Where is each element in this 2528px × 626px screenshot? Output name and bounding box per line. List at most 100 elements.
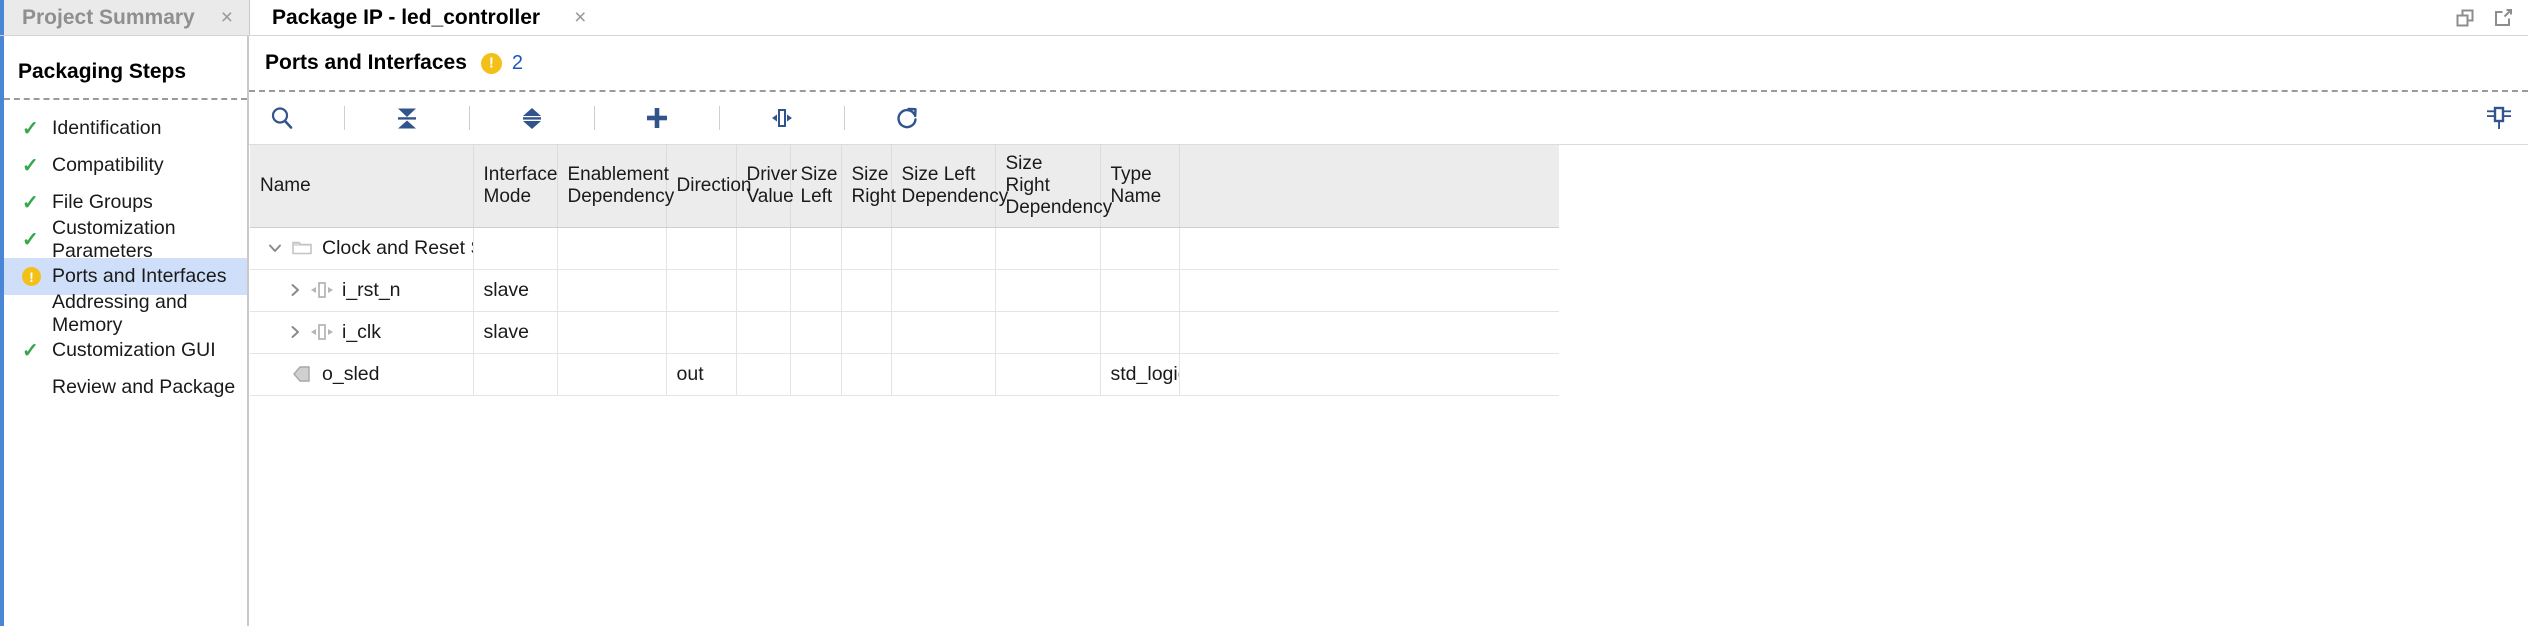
warning-count-link[interactable]: 2 xyxy=(512,52,523,75)
cell-size_right[interactable] xyxy=(841,269,892,312)
column-header-sr_dep[interactable]: Size Right Dependency xyxy=(995,145,1112,228)
float-window-icon[interactable] xyxy=(2492,7,2514,29)
cell-size_left[interactable] xyxy=(790,227,842,270)
cell-size_left[interactable] xyxy=(790,269,842,312)
row-name-label: Clock and Reset Signals xyxy=(322,236,472,259)
check-glyph: ✓ xyxy=(22,228,39,251)
sidebar-item-addressing-and-memory[interactable]: Addressing and Memory xyxy=(4,291,247,336)
cell-direction[interactable] xyxy=(666,311,737,354)
row-name-label: o_sled xyxy=(322,362,380,385)
sidebar-item-customization-parameters[interactable]: ✓ Customization Parameters xyxy=(4,217,247,262)
cell-type_name[interactable] xyxy=(1100,311,1180,354)
check-glyph: ✓ xyxy=(22,191,39,214)
column-header-direction[interactable]: Direction xyxy=(666,145,751,228)
sidebar-item-identification[interactable]: ✓ Identification xyxy=(4,110,247,147)
tree-node: o_sled xyxy=(260,354,463,395)
cell-name[interactable]: i_rst_n xyxy=(250,269,474,312)
cell-direction[interactable]: out xyxy=(666,353,737,396)
tab-bar-spacer xyxy=(602,0,2454,35)
table-row[interactable]: Clock and Reset Signals xyxy=(250,227,1559,270)
collapse-all-icon[interactable] xyxy=(386,97,428,139)
tab-accent-bar xyxy=(0,0,4,35)
cell-size_left[interactable] xyxy=(790,353,842,396)
cell-type_name[interactable]: std_logic xyxy=(1100,353,1180,396)
chevron-right-icon[interactable] xyxy=(282,280,308,300)
table-row[interactable]: i_rst_n slave xyxy=(250,269,1559,312)
column-header-size_left[interactable]: Size Left xyxy=(790,145,842,228)
restore-windows-icon[interactable] xyxy=(2454,7,2476,29)
auto-infer-interface-icon[interactable] xyxy=(761,97,803,139)
column-header-mode[interactable]: Interface Mode xyxy=(473,145,558,228)
cell-sr_dep[interactable] xyxy=(995,353,1101,396)
refresh-icon[interactable] xyxy=(886,97,928,139)
cell-size_right[interactable] xyxy=(841,311,892,354)
cell-filler xyxy=(1179,353,1559,396)
cell-sr_dep[interactable] xyxy=(995,311,1101,354)
dock-panel-icon[interactable] xyxy=(2482,101,2516,135)
column-header-size_right[interactable]: Size Right xyxy=(841,145,896,228)
ports-and-interfaces-table: Name Interface Mode Enablement Dependency Dir… xyxy=(250,145,1559,396)
cell-sl_dep[interactable] xyxy=(891,227,996,270)
cell-size_right[interactable] xyxy=(841,353,892,396)
cell-mode[interactable] xyxy=(473,353,558,396)
cell-driver[interactable] xyxy=(736,353,791,396)
cell-type_name[interactable] xyxy=(1100,227,1180,270)
cell-mode[interactable] xyxy=(473,227,558,270)
sidebar-item-compatibility[interactable]: ✓ Compatibility xyxy=(4,147,247,184)
cell-enable_dep[interactable] xyxy=(557,311,667,354)
column-header-line1: Driver xyxy=(746,163,798,185)
panel-header: Ports and Interfaces 2 xyxy=(249,36,2528,90)
column-header-sl_dep[interactable]: Size Left Dependency xyxy=(891,145,1008,228)
add-interface-icon[interactable] xyxy=(636,97,678,139)
sidebar-item-label: File Groups xyxy=(52,191,153,213)
cell-name[interactable]: o_sled xyxy=(250,353,474,396)
cell-sl_dep[interactable] xyxy=(891,269,996,312)
sidebar-step-list: ✓ Identification ✓ Compatibility ✓ File Group… xyxy=(4,110,247,406)
cell-driver[interactable] xyxy=(736,269,791,312)
cell-sl_dep[interactable] xyxy=(891,353,996,396)
tab-close-icon[interactable]: × xyxy=(221,7,233,28)
toolbar-separator xyxy=(844,106,845,130)
sidebar-item-review-and-package[interactable]: Review and Package xyxy=(4,369,247,406)
tab-package-ip[interactable]: Package IP - led_controller × xyxy=(250,0,603,35)
warning-icon xyxy=(480,52,502,74)
cell-direction[interactable] xyxy=(666,227,737,270)
cell-name[interactable]: i_clk xyxy=(250,311,474,354)
cell-driver[interactable] xyxy=(736,227,791,270)
search-icon[interactable] xyxy=(261,97,303,139)
tab-project-summary[interactable]: Project Summary × xyxy=(0,0,251,35)
check-icon: ✓ xyxy=(22,156,50,176)
tab-close-icon[interactable]: × xyxy=(574,7,586,28)
cell-size_right[interactable] xyxy=(841,227,892,270)
cell-name[interactable]: Clock and Reset Signals xyxy=(250,227,474,270)
chevron-down-icon[interactable] xyxy=(262,238,288,258)
toolbar-separator xyxy=(344,106,345,130)
sidebar-item-customization-gui[interactable]: ✓ Customization GUI xyxy=(4,332,247,369)
cell-direction[interactable] xyxy=(666,269,737,312)
table-row[interactable]: o_sled out std_logic xyxy=(250,353,1559,396)
sidebar-item-file-groups[interactable]: ✓ File Groups xyxy=(4,184,247,221)
column-header-line2: Left xyxy=(800,185,833,207)
cell-mode[interactable]: slave xyxy=(473,269,558,312)
cell-driver[interactable] xyxy=(736,311,791,354)
column-header-enable_dep[interactable]: Enablement Dependency xyxy=(557,145,674,228)
cell-enable_dep[interactable] xyxy=(557,353,667,396)
toolbar-separator xyxy=(469,106,470,130)
column-header-name[interactable]: Name xyxy=(250,145,474,228)
cell-sr_dep[interactable] xyxy=(995,227,1101,270)
cell-mode[interactable]: slave xyxy=(473,311,558,354)
cell-sr_dep[interactable] xyxy=(995,269,1101,312)
column-header-line2: Right xyxy=(851,185,896,207)
cell-size_left[interactable] xyxy=(790,311,842,354)
cell-enable_dep[interactable] xyxy=(557,227,667,270)
cell-enable_dep[interactable] xyxy=(557,269,667,312)
chevron-right-icon[interactable] xyxy=(282,322,308,342)
page-title: Ports and Interfaces xyxy=(265,51,467,74)
table-header-row: Name Interface Mode Enablement Dependency Dir… xyxy=(250,145,1559,228)
table-row[interactable]: i_clk slave xyxy=(250,311,1559,354)
sidebar-item-ports-and-interfaces[interactable]: Ports and Interfaces xyxy=(4,258,247,295)
cell-type_name[interactable] xyxy=(1100,269,1180,312)
cell-sl_dep[interactable] xyxy=(891,311,996,354)
expand-all-icon[interactable] xyxy=(511,97,553,139)
check-glyph: ✓ xyxy=(22,117,39,140)
